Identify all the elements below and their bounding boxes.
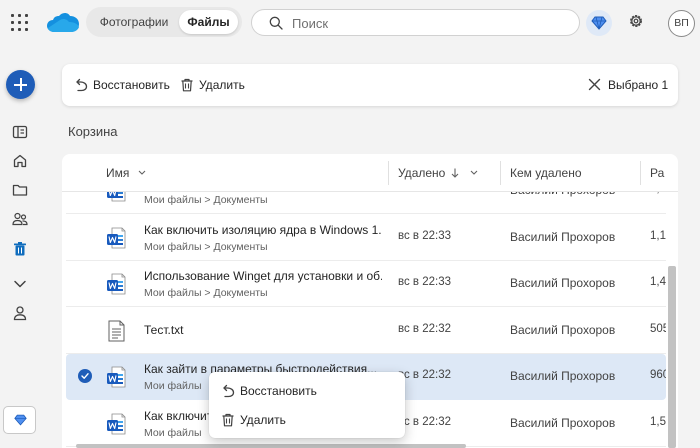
premium-diamond-icon [14, 414, 27, 426]
word-document-icon [107, 413, 126, 434]
column-header-deleted-by[interactable]: Кем удалено [510, 166, 582, 180]
deleted-date: вс в 22:33 [398, 276, 452, 288]
table-row[interactable]: Мои файлы > Документы вс в 22:33 Василий П… [66, 192, 666, 214]
file-size: 2,1 [650, 192, 666, 195]
file-name[interactable]: Тест.txt [144, 323, 382, 337]
tab-photos[interactable]: Фотографии [91, 10, 177, 34]
deleted-date: вс в 22:33 [398, 192, 451, 195]
onedrive-logo[interactable] [46, 11, 80, 33]
home-panel-icon[interactable] [12, 124, 28, 140]
column-header-name[interactable]: Имя [106, 166, 129, 180]
app-launcher-icon[interactable] [11, 14, 29, 32]
chevron-down-icon[interactable] [12, 276, 28, 292]
left-rail [0, 46, 40, 448]
file-path: Мои файлы [144, 426, 202, 439]
word-document-icon [107, 227, 126, 248]
context-menu: Восстановить Удалить [209, 372, 405, 438]
clear-selection-button[interactable]: Выбрано 1 [588, 76, 668, 94]
horizontal-scrollbar[interactable] [76, 444, 466, 448]
gear-icon[interactable] [627, 12, 645, 30]
file-name[interactable]: Как включить изоляцию ядра в Windows 1..… [144, 223, 382, 237]
selected-count-label: Выбрано 1 [608, 78, 669, 92]
deleted-date: вс в 22:32 [398, 369, 452, 381]
deleted-by: Василий Прохоров [510, 229, 616, 244]
close-icon [588, 78, 601, 91]
file-path: Мои файлы [144, 380, 202, 392]
file-path: Мои файлы > Документы [144, 287, 268, 299]
file-size: 505 [650, 322, 666, 335]
delete-button[interactable]: Удалить [180, 76, 246, 94]
restore-button[interactable]: Восстановить [74, 76, 170, 94]
deleted-by: Василий Прохоров [510, 415, 616, 430]
table-header: Имя Удалено Кем удалено Ра [62, 154, 678, 192]
context-menu-delete-label: Удалить [240, 413, 286, 427]
chevron-down-icon[interactable] [138, 170, 146, 176]
premium-rail-button[interactable] [3, 406, 36, 434]
file-size: 960 [650, 369, 666, 381]
column-divider [640, 161, 641, 185]
trash-icon [222, 413, 234, 427]
column-divider [388, 161, 389, 185]
word-document-icon [107, 366, 126, 388]
word-document-icon [107, 273, 126, 295]
file-path: Мои файлы > Документы [144, 240, 268, 253]
premium-diamond-icon [591, 16, 607, 30]
command-bar: Восстановить Удалить Выбрано 1 [62, 64, 678, 106]
top-bar: Фотографии Файлы ВП [0, 0, 700, 46]
undo-icon [223, 384, 235, 398]
word-document-icon [107, 192, 126, 202]
table-row[interactable]: Использование Winget для установки и об.… [66, 261, 666, 307]
column-divider [500, 161, 501, 185]
person-icon[interactable] [12, 305, 28, 321]
file-size: 1,4 [650, 276, 666, 288]
column-header-deleted[interactable]: Удалено [398, 166, 445, 180]
row-checkbox-checked[interactable] [78, 369, 92, 383]
context-menu-restore-label: Восстановить [240, 384, 317, 398]
file-path: Мои файлы > Документы [144, 194, 268, 206]
search-icon [269, 16, 283, 30]
deleted-date: вс в 22:32 [398, 322, 452, 335]
table-row[interactable]: Тест.txt вс в 22:32 Василий Прохоров 505 [66, 308, 666, 354]
file-name[interactable]: Использование Winget для установки и об.… [144, 269, 382, 283]
people-icon[interactable] [12, 211, 28, 227]
text-file-icon [108, 320, 125, 341]
view-switcher: Фотографии Файлы [86, 7, 242, 37]
file-size: 1,5 [650, 415, 666, 428]
create-new-button[interactable] [6, 70, 35, 99]
avatar[interactable]: ВП [668, 10, 695, 37]
vertical-scrollbar[interactable] [668, 266, 676, 448]
context-menu-delete[interactable]: Удалить [209, 405, 405, 435]
chevron-down-icon[interactable] [470, 170, 478, 176]
deleted-by: Василий Прохоров [510, 192, 615, 197]
undo-icon [76, 78, 88, 92]
delete-label: Удалить [199, 78, 245, 92]
deleted-date: вс в 22:32 [398, 415, 452, 428]
search-box [251, 9, 580, 36]
home-icon[interactable] [12, 153, 28, 169]
column-header-size[interactable]: Ра [650, 166, 664, 180]
folder-icon[interactable] [12, 182, 28, 198]
page-title: Корзина [68, 124, 118, 139]
restore-label: Восстановить [93, 78, 170, 92]
deleted-by: Василий Прохоров [510, 322, 616, 337]
premium-button[interactable] [586, 10, 612, 36]
table-row[interactable]: Как включить изоляцию ядра в Windows 1..… [66, 215, 666, 261]
deleted-date: вс в 22:33 [398, 229, 452, 242]
tab-files[interactable]: Файлы [179, 10, 238, 34]
checkmark-icon [81, 373, 89, 379]
search-input[interactable] [292, 14, 562, 32]
trash-icon [181, 78, 193, 92]
deleted-by: Василий Прохоров [510, 369, 616, 383]
file-size: 1,1 [650, 229, 666, 242]
deleted-by: Василий Прохоров [510, 276, 616, 290]
recycle-bin-icon[interactable] [12, 241, 28, 257]
context-menu-restore[interactable]: Восстановить [209, 376, 405, 406]
sort-arrow-down-icon [451, 168, 459, 178]
